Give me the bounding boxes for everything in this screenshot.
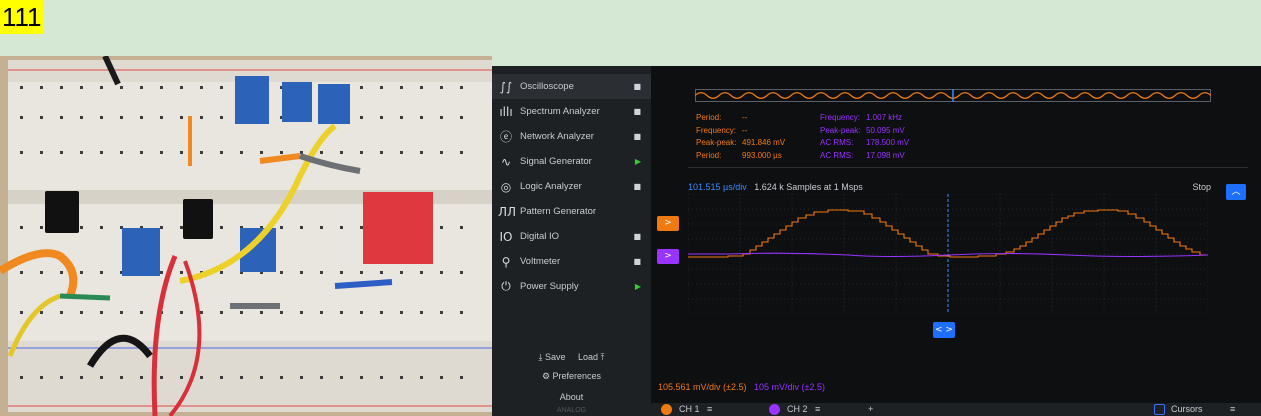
sidebar-item-power-supply[interactable]: ⏻ Power Supply ▶ bbox=[492, 274, 651, 299]
vertical-scale-readout: 105.561 mV/div (±2.5) 105 mV/div (±2.5) bbox=[658, 382, 825, 392]
about-button[interactable]: About bbox=[492, 392, 651, 402]
sidebar-item-label: Digital IO bbox=[520, 231, 560, 242]
stop-status-icon[interactable]: ■ bbox=[633, 82, 641, 91]
sidebar-item-digital-io[interactable]: IO Digital IO ■ bbox=[492, 224, 651, 249]
acquisition-info: 101.515 µs/div 1.624 k Samples at 1 Msps bbox=[688, 182, 863, 192]
add-channel-button[interactable]: + bbox=[868, 404, 873, 414]
power-supply-icon: ⏻ bbox=[501, 279, 511, 293]
stop-status-icon[interactable]: ■ bbox=[633, 182, 641, 191]
oscilloscope-app: ∫∫ Oscilloscope ■ ıllı Spectrum Analyzer… bbox=[492, 66, 1261, 416]
sidebar-item-oscilloscope[interactable]: ∫∫ Oscilloscope ■ bbox=[492, 74, 651, 99]
ch1-vdiv[interactable]: 105.561 mV/div (±2.5) bbox=[658, 382, 746, 392]
sidebar-item-label: Oscilloscope bbox=[520, 81, 574, 92]
chevron-up-icon: ︿ bbox=[1231, 187, 1241, 197]
ch2-offset-marker[interactable]: > bbox=[657, 249, 679, 264]
ch2-toggle-dot[interactable] bbox=[769, 404, 780, 415]
preferences-button[interactable]: ⚙ Preferences bbox=[492, 371, 651, 382]
sidebar-item-network-analyzer[interactable]: ⓔ Network Analyzer ■ bbox=[492, 124, 651, 149]
sidebar-item-label: Logic Analyzer bbox=[520, 181, 582, 192]
sidebar-item-label: Pattern Generator bbox=[520, 206, 597, 217]
spectrum-analyzer-icon: ıllı bbox=[499, 104, 513, 119]
play-status-icon[interactable]: ▶ bbox=[635, 282, 641, 291]
stop-status-icon[interactable]: ■ bbox=[633, 107, 641, 116]
digital-io-icon: IO bbox=[499, 229, 513, 244]
sidebar-item-label: Power Supply bbox=[520, 281, 579, 292]
oscilloscope-panel: Period: -- Frequency: -- Peak-peak: 491.846… bbox=[651, 66, 1261, 416]
network-analyzer-icon: ⓔ bbox=[499, 130, 512, 144]
acquisition-state: Stop bbox=[1192, 182, 1211, 192]
stop-status-icon[interactable]: ■ bbox=[633, 132, 641, 141]
load-button[interactable]: Load ⤒ bbox=[578, 352, 605, 362]
sidebar-item-pattern-generator[interactable]: ЛЛ Pattern Generator bbox=[492, 199, 651, 224]
cursors-settings-icon[interactable]: ≡ bbox=[1230, 404, 1235, 414]
stop-status-icon[interactable]: ■ bbox=[633, 232, 641, 241]
ch1-label[interactable]: CH 1 bbox=[679, 404, 700, 414]
sidebar-item-label: Network Analyzer bbox=[520, 131, 594, 142]
plot-area[interactable] bbox=[688, 194, 1208, 314]
time-position-button[interactable]: < > bbox=[933, 322, 955, 338]
save-load-row: ⤓ Save Load ⤒ bbox=[492, 352, 651, 363]
breadboard-illustration bbox=[0, 56, 492, 416]
timebase-value[interactable]: 101.515 µs/div bbox=[688, 182, 747, 192]
sidebar-item-label: Spectrum Analyzer bbox=[520, 106, 600, 117]
save-button[interactable]: ⤓ Save bbox=[538, 352, 565, 362]
collapse-button[interactable]: ︿ bbox=[1226, 184, 1246, 200]
voltmeter-icon: ⚲ bbox=[501, 254, 511, 269]
sidebar-item-label: Voltmeter bbox=[520, 256, 561, 267]
breadboard-photo bbox=[0, 56, 492, 416]
sidebar-item-label: Signal Generator bbox=[520, 156, 592, 167]
gear-icon: ⚙ bbox=[541, 371, 551, 381]
analog-logo: ANALOG bbox=[556, 407, 587, 414]
instrument-sidebar: ∫∫ Oscilloscope ■ ıllı Spectrum Analyzer… bbox=[492, 66, 651, 416]
save-icon: ⤓ bbox=[538, 352, 543, 362]
signal-generator-icon: ∿ bbox=[500, 154, 512, 169]
oscilloscope-icon: ∫∫ bbox=[499, 79, 513, 94]
ch2-vdiv[interactable]: 105 mV/div (±2.5) bbox=[754, 382, 825, 392]
ch1-settings-icon[interactable]: ≡ bbox=[707, 404, 712, 414]
ch2-settings-icon[interactable]: ≡ bbox=[815, 404, 820, 414]
sidebar-item-voltmeter[interactable]: ⚲ Voltmeter ■ bbox=[492, 249, 651, 274]
sample-info: 1.624 k Samples at 1 Msps bbox=[754, 182, 863, 192]
cursors-checkbox[interactable] bbox=[1154, 404, 1165, 415]
ch1-offset-marker[interactable]: > bbox=[657, 216, 679, 231]
load-icon: ⤒ bbox=[600, 352, 605, 362]
cursors-label[interactable]: Cursors bbox=[1171, 404, 1203, 414]
logic-analyzer-icon: ◎ bbox=[500, 179, 512, 194]
waveform-overview-strip[interactable] bbox=[695, 89, 1211, 102]
sidebar-item-spectrum-analyzer[interactable]: ıllı Spectrum Analyzer ■ bbox=[492, 99, 651, 124]
pattern-generator-icon: ЛЛ bbox=[498, 204, 517, 219]
sidebar-item-signal-generator[interactable]: ∿ Signal Generator ▶ bbox=[492, 149, 651, 174]
sidebar-item-logic-analyzer[interactable]: ◎ Logic Analyzer ■ bbox=[492, 174, 651, 199]
image-label-tag: 111 bbox=[0, 0, 44, 34]
divider bbox=[688, 167, 1248, 168]
ch1-toggle-dot[interactable] bbox=[661, 404, 672, 415]
ch2-measurements: Frequency: 1.007 kHz Peak-peak: 50.095 mV … bbox=[820, 113, 910, 160]
play-status-icon[interactable]: ▶ bbox=[635, 157, 641, 166]
ch2-label[interactable]: CH 2 bbox=[787, 404, 808, 414]
ch1-measurements: Period: -- Frequency: -- Peak-peak: 491.846… bbox=[696, 113, 786, 160]
stop-status-icon[interactable]: ■ bbox=[633, 257, 641, 266]
channel-bar: CH 1 ≡ CH 2 ≡ + Cursors ≡ bbox=[651, 403, 1261, 416]
